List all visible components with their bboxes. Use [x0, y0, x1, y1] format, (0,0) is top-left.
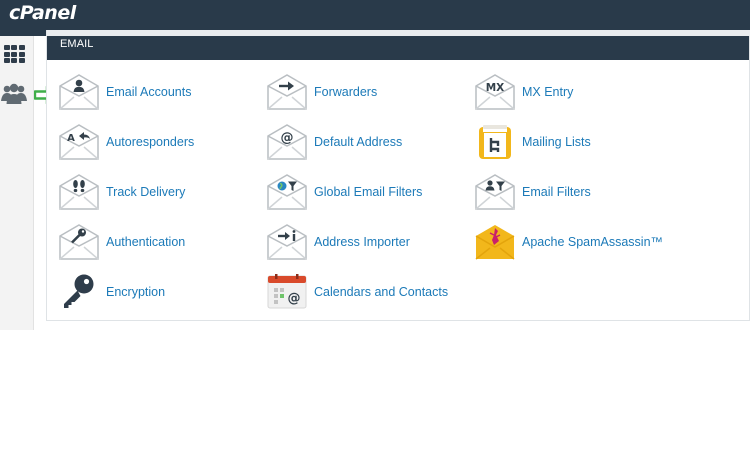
svg-text:A: A	[67, 133, 75, 144]
spamassassin-icon	[475, 225, 515, 260]
globe-filter-envelope-icon	[267, 174, 307, 210]
global-email-filters-label: Global Email Filters	[314, 185, 423, 199]
svg-text:MX: MX	[486, 82, 505, 94]
person-envelope-icon	[59, 74, 99, 110]
apache-spamassassin-label: Apache SpamAssassin™	[522, 235, 664, 249]
track-delivery-label: Track Delivery	[106, 185, 186, 199]
arrow-envelope-icon	[267, 74, 307, 110]
sidebar-item-home[interactable]	[0, 40, 28, 68]
authentication-label: Authentication	[106, 235, 186, 249]
autoresponders-label: Autoresponders	[106, 135, 195, 149]
email-accounts-link[interactable]: Email Accounts	[58, 72, 191, 112]
mailbox-icon	[479, 125, 511, 159]
cpanel-logo[interactable]: cPanel	[9, 2, 76, 24]
key-envelope-icon	[59, 224, 99, 260]
left-sidebar	[0, 36, 34, 330]
mailing-lists-link[interactable]: Mailing Lists	[474, 122, 591, 162]
at-envelope-icon: @	[267, 124, 307, 160]
calendar-contacts-icon: @	[267, 274, 307, 309]
mx-envelope-icon: MX	[475, 74, 515, 110]
mailing-lists-label: Mailing Lists	[522, 135, 591, 149]
calendars-and-contacts-link[interactable]: @ Calendars and Contacts	[266, 272, 448, 312]
email-section: EMAIL Email Accounts Forwarders MX MX En	[46, 30, 750, 321]
calendars-and-contacts-label: Calendars and Contacts	[314, 285, 449, 299]
mx-entry-label: MX Entry	[522, 85, 574, 99]
autoresponders-link[interactable]: A Autoresponders	[58, 122, 194, 162]
users-icon	[1, 83, 27, 104]
import-envelope-icon	[267, 224, 307, 260]
footprints-envelope-icon	[59, 174, 99, 210]
default-address-label: Default Address	[314, 135, 403, 149]
grid-icon	[3, 45, 25, 63]
encryption-label: Encryption	[106, 285, 166, 299]
reply-envelope-icon: A	[59, 124, 99, 160]
sidebar-item-users[interactable]	[0, 80, 28, 108]
svg-text:@: @	[281, 131, 294, 146]
address-importer-label: Address Importer	[314, 235, 410, 249]
svg-text:@: @	[288, 291, 301, 306]
person-filter-envelope-icon	[475, 174, 515, 210]
authentication-link[interactable]: Authentication	[58, 222, 185, 262]
address-importer-link[interactable]: Address Importer	[266, 222, 410, 262]
email-filters-link[interactable]: Email Filters	[474, 172, 591, 212]
forwarders-label: Forwarders	[314, 85, 378, 99]
encryption-link[interactable]: Encryption	[58, 272, 165, 312]
email-accounts-label: Email Accounts	[106, 85, 192, 99]
email-filters-label: Email Filters	[522, 185, 591, 199]
forwarders-link[interactable]: Forwarders	[266, 72, 377, 112]
mx-entry-link[interactable]: MX MX Entry	[474, 72, 573, 112]
default-address-link[interactable]: @ Default Address	[266, 122, 402, 162]
track-delivery-link[interactable]: Track Delivery	[58, 172, 185, 212]
key-icon	[64, 274, 94, 308]
blank-area	[0, 330, 750, 450]
global-email-filters-link[interactable]: Global Email Filters	[266, 172, 422, 212]
apache-spamassassin-link[interactable]: Apache SpamAssassin™	[474, 222, 663, 262]
